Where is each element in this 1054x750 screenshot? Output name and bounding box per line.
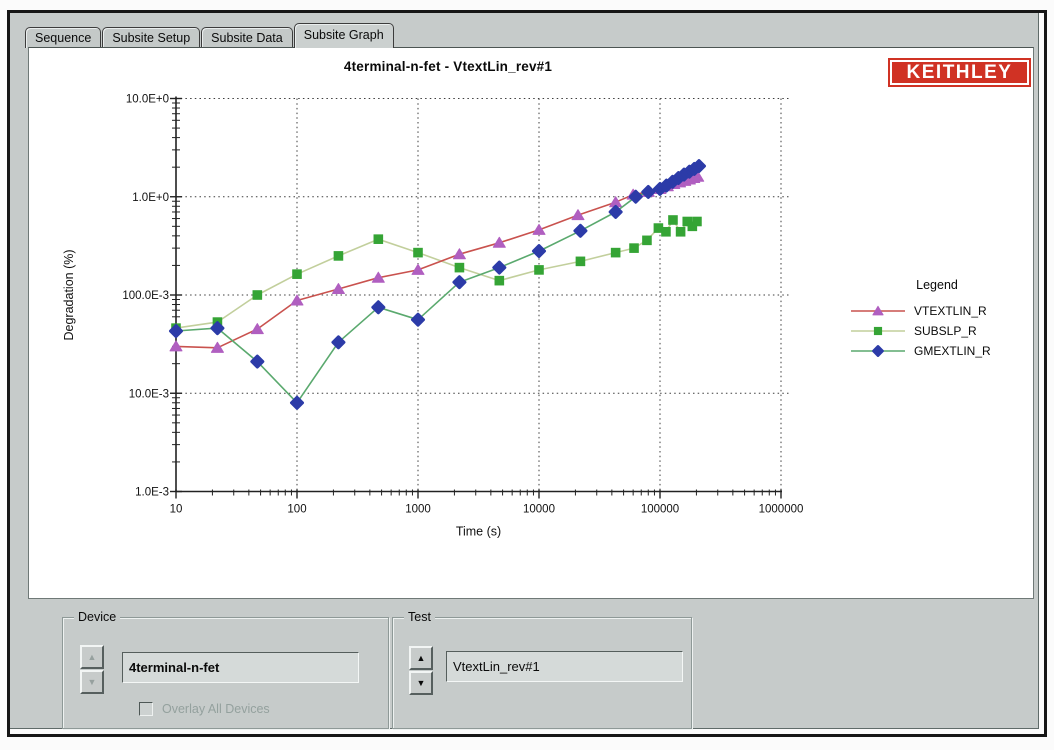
legend-item-VTEXTLIN_R: VTEXTLIN_R <box>849 301 1039 321</box>
tab-subsite-graph[interactable]: Subsite Graph <box>294 23 394 48</box>
device-spinner-up-button[interactable]: ▲ <box>80 645 104 669</box>
tab-strip: Sequence Subsite Setup Subsite Data Subs… <box>25 23 395 48</box>
legend-marker-square-icon <box>849 323 907 339</box>
test-spinner: ▲ ▼ <box>409 646 433 695</box>
legend-label: GMEXTLIN_R <box>914 344 991 358</box>
legend-marker-diamond-icon <box>849 343 907 359</box>
svg-text:10.0E-3: 10.0E-3 <box>129 388 169 400</box>
svg-text:Degradation (%): Degradation (%) <box>62 249 76 340</box>
device-groupbox: Device ▲ ▼ Overlay All Devices <box>62 617 389 729</box>
down-arrow-icon: ▼ <box>88 678 97 687</box>
chart-legend: Legend VTEXTLIN_R SUBSLP_R GMEXTLIN_R <box>849 278 1039 361</box>
svg-text:1000000: 1000000 <box>759 504 804 516</box>
svg-text:100: 100 <box>287 504 306 516</box>
tab-subsite-setup[interactable]: Subsite Setup <box>102 27 200 48</box>
svg-text:Time (s): Time (s) <box>456 525 501 539</box>
tab-subsite-data[interactable]: Subsite Data <box>201 27 293 48</box>
svg-text:100.0E-3: 100.0E-3 <box>122 290 169 302</box>
device-spinner-down-button[interactable]: ▼ <box>80 670 104 694</box>
svg-text:10.0E+0: 10.0E+0 <box>126 94 169 106</box>
svg-text:10000: 10000 <box>523 504 555 516</box>
legend-item-SUBSLP_R: SUBSLP_R <box>849 321 1039 341</box>
graph-panel: 4terminal-n-fet - VtextLin_rev#1 KEITHLE… <box>28 47 1034 599</box>
up-arrow-icon: ▲ <box>88 653 97 662</box>
test-name-field[interactable] <box>446 651 683 682</box>
test-groupbox: Test ▲ ▼ <box>392 617 692 729</box>
down-arrow-icon: ▼ <box>417 679 426 688</box>
legend-title: Legend <box>877 278 997 292</box>
series-SUBSLP_R <box>171 215 702 333</box>
overlay-all-devices-checkbox[interactable] <box>139 702 153 716</box>
svg-text:10: 10 <box>170 504 183 516</box>
series-VTEXTLIN_R <box>170 171 704 352</box>
test-groupbox-label: Test <box>404 610 435 624</box>
overlay-all-devices-label: Overlay All Devices <box>162 702 270 716</box>
legend-marker-triangle-icon <box>849 303 907 319</box>
legend-label: SUBSLP_R <box>914 324 977 338</box>
svg-text:1.0E+0: 1.0E+0 <box>132 192 169 204</box>
up-arrow-icon: ▲ <box>417 654 426 663</box>
device-groupbox-label: Device <box>74 610 120 624</box>
svg-text:100000: 100000 <box>641 504 679 516</box>
test-spinner-up-button[interactable]: ▲ <box>409 646 433 670</box>
application-window: Sequence Subsite Setup Subsite Data Subs… <box>7 10 1047 737</box>
test-spinner-down-button[interactable]: ▼ <box>409 671 433 695</box>
device-spinner: ▲ ▼ <box>80 645 104 694</box>
svg-text:1000: 1000 <box>405 504 431 516</box>
device-name-field[interactable] <box>122 652 359 683</box>
legend-item-GMEXTLIN_R: GMEXTLIN_R <box>849 341 1039 361</box>
overlay-all-devices-row: Overlay All Devices <box>139 702 270 716</box>
tab-sequence[interactable]: Sequence <box>25 27 101 48</box>
svg-text:1.0E-3: 1.0E-3 <box>135 487 169 499</box>
legend-label: VTEXTLIN_R <box>914 304 987 318</box>
